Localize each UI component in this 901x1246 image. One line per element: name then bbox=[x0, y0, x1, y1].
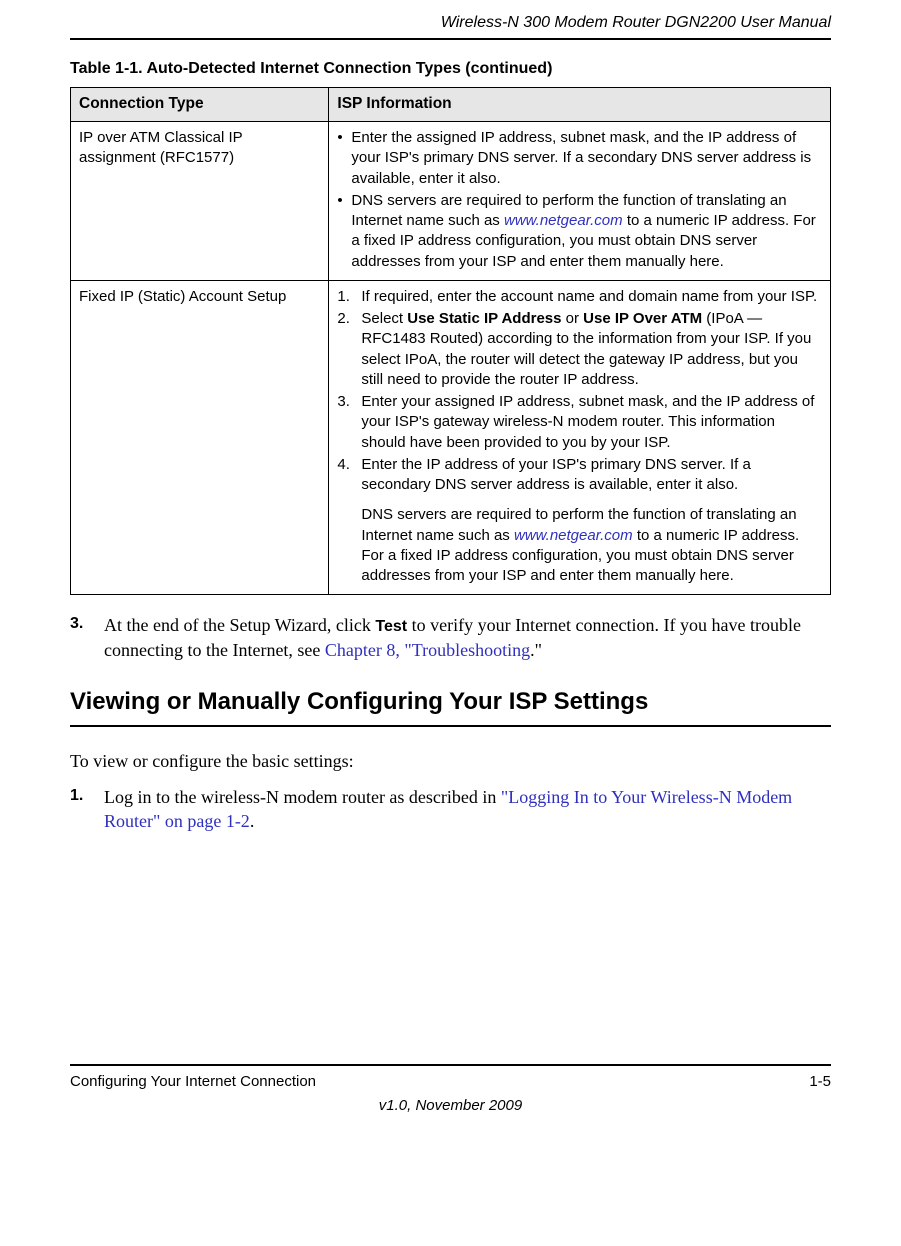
body-step-post: ." bbox=[530, 640, 542, 660]
list-text: Enter the IP address of your ISP's prima… bbox=[361, 456, 750, 493]
table-row: IP over ATM Classical IP assignment (RFC… bbox=[71, 122, 831, 281]
bullet-item: DNS servers are required to perform the … bbox=[337, 191, 822, 272]
th-connection-type: Connection Type bbox=[71, 88, 329, 122]
body-step-number: 1. bbox=[70, 785, 83, 807]
footer-page-number: 1-5 bbox=[809, 1072, 831, 1092]
section-heading: Viewing or Manually Configuring Your ISP… bbox=[70, 686, 831, 718]
list-bold: Use IP Over ATM bbox=[583, 310, 702, 327]
body-step-list: 1. Log in to the wireless-N modem router… bbox=[70, 785, 831, 834]
list-item: 2. Select Use Static IP Address or Use I… bbox=[337, 309, 822, 390]
list-text: or bbox=[561, 310, 583, 327]
heading-divider bbox=[70, 725, 831, 727]
link-netgear[interactable]: www.netgear.com bbox=[504, 212, 623, 229]
list-item: 3. Enter your assigned IP address, subne… bbox=[337, 392, 822, 453]
intro-paragraph: To view or configure the basic settings: bbox=[70, 749, 831, 773]
list-item: 4. Enter the IP address of your ISP's pr… bbox=[337, 455, 822, 587]
footer-line: Configuring Your Internet Connection 1-5 bbox=[70, 1072, 831, 1092]
link-troubleshooting[interactable]: Chapter 8, "Troubleshooting bbox=[325, 640, 530, 660]
list-extra-paragraph: DNS servers are required to perform the … bbox=[361, 505, 822, 586]
bullet-text: Enter the assigned IP address, subnet ma… bbox=[351, 129, 811, 187]
body-step-number: 3. bbox=[70, 613, 83, 635]
list-text: Select bbox=[361, 310, 407, 327]
cell-isp-info: Enter the assigned IP address, subnet ma… bbox=[329, 122, 831, 281]
list-number: 4. bbox=[337, 455, 357, 475]
list-number: 1. bbox=[337, 287, 357, 307]
link-netgear[interactable]: www.netgear.com bbox=[514, 527, 633, 544]
footer-version: v1.0, November 2009 bbox=[70, 1096, 831, 1116]
body-step-post: . bbox=[250, 811, 255, 831]
bullet-item: Enter the assigned IP address, subnet ma… bbox=[337, 128, 822, 189]
list-text: Enter your assigned IP address, subnet m… bbox=[361, 393, 814, 451]
footer-divider bbox=[70, 1064, 831, 1066]
bullet-list: Enter the assigned IP address, subnet ma… bbox=[337, 128, 822, 272]
th-isp-information: ISP Information bbox=[329, 88, 831, 122]
cell-isp-info: 1. If required, enter the account name a… bbox=[329, 280, 831, 595]
list-item: 1. If required, enter the account name a… bbox=[337, 287, 822, 307]
table-caption: Table 1-1. Auto-Detected Internet Connec… bbox=[70, 58, 831, 80]
list-number: 2. bbox=[337, 309, 357, 329]
table-row: Fixed IP (Static) Account Setup 1. If re… bbox=[71, 280, 831, 595]
footer-chapter: Configuring Your Internet Connection bbox=[70, 1072, 316, 1092]
table-header-row: Connection Type ISP Information bbox=[71, 88, 831, 122]
body-step-list: 3. At the end of the Setup Wizard, click… bbox=[70, 613, 831, 662]
list-bold: Use Static IP Address bbox=[407, 310, 561, 327]
list-number: 3. bbox=[337, 392, 357, 412]
cell-connection-type: Fixed IP (Static) Account Setup bbox=[71, 280, 329, 595]
cell-connection-type: IP over ATM Classical IP assignment (RFC… bbox=[71, 122, 329, 281]
page-footer: Configuring Your Internet Connection 1-5… bbox=[70, 1064, 831, 1117]
body-step-bold: Test bbox=[375, 618, 407, 635]
table-caption-main: Table 1-1. Auto-Detected Internet Connec… bbox=[70, 60, 461, 77]
connection-types-table: Connection Type ISP Information IP over … bbox=[70, 87, 831, 595]
body-step: 3. At the end of the Setup Wizard, click… bbox=[70, 613, 831, 662]
numbered-list: 1. If required, enter the account name a… bbox=[337, 287, 822, 587]
document-header: Wireless-N 300 Modem Router DGN2200 User… bbox=[70, 0, 831, 40]
body-step-pre: At the end of the Setup Wizard, click bbox=[104, 615, 375, 635]
body-step-pre: Log in to the wireless-N modem router as… bbox=[104, 787, 501, 807]
body-step: 1. Log in to the wireless-N modem router… bbox=[70, 785, 831, 834]
list-text: If required, enter the account name and … bbox=[361, 288, 817, 305]
table-caption-continued: (continued) bbox=[461, 60, 553, 77]
